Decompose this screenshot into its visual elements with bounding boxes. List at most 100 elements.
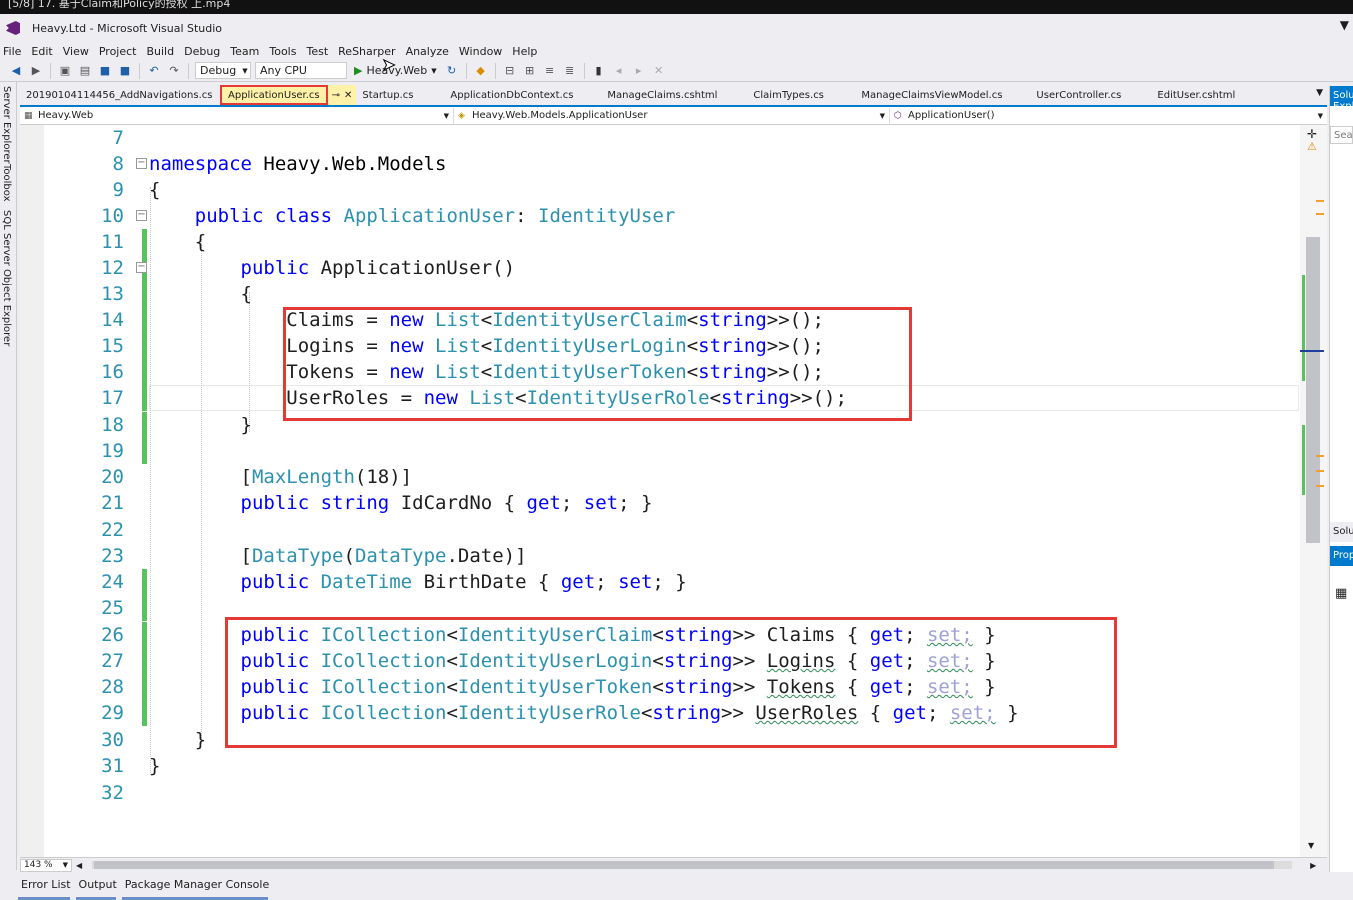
menu-edit[interactable]: Edit xyxy=(27,45,58,58)
step-icon[interactable]: ⊟ xyxy=(502,63,518,79)
collapse-toggle-icon[interactable]: − xyxy=(136,262,147,273)
member-value: ApplicationUser() xyxy=(908,110,995,121)
code-line-21: 21 public string IdCardNo { get; set; } xyxy=(20,490,1300,516)
type-dropdown[interactable]: ◈ Heavy.Web.Models.ApplicationUser ▼ xyxy=(454,107,890,124)
annotation-box-constructor xyxy=(283,307,912,421)
uncomment-icon[interactable]: ≣ xyxy=(562,63,578,79)
code-text: { xyxy=(240,283,252,305)
visual-studio-logo-icon xyxy=(6,21,20,35)
scroll-left-icon[interactable]: ◀ xyxy=(76,861,82,870)
project-dropdown[interactable]: ▦ Heavy.Web ▼ xyxy=(20,107,454,124)
zoom-value: 143 % xyxy=(24,860,53,870)
toolbar-separator xyxy=(50,62,51,79)
undo-icon[interactable]: ↶ xyxy=(146,63,162,79)
menu-debug[interactable]: Debug xyxy=(180,45,226,58)
editor-vertical-scrollbar[interactable]: ✛ ⚠ ▼ xyxy=(1300,125,1327,857)
save-icon[interactable]: ■ xyxy=(97,63,113,79)
collapse-toggle-icon[interactable]: − xyxy=(136,158,147,169)
left-tool-rail: Server Explorer Toolbox SQL Server Objec… xyxy=(0,82,17,870)
line-number: 24 xyxy=(101,571,124,593)
chevron-down-icon: ▼ xyxy=(879,111,885,120)
tab-output[interactable]: Output xyxy=(75,872,122,900)
previous-bookmark-icon[interactable]: ◂ xyxy=(611,63,627,79)
menu-help[interactable]: Help xyxy=(508,45,543,58)
solution-platform-dropdown[interactable]: Any CPU xyxy=(255,62,347,79)
line-number: 7 xyxy=(112,127,124,149)
line-number: 22 xyxy=(101,519,124,541)
sql-server-object-explorer-tab[interactable]: SQL Server Object Explorer xyxy=(1,210,12,346)
tab-manageclaimsviewmodel[interactable]: ManageClaimsViewModel.cs xyxy=(855,85,1030,105)
tab-overflow-icon[interactable]: ▼ xyxy=(1316,88,1323,98)
clear-bookmarks-icon[interactable]: ✕ xyxy=(651,63,667,79)
menu-project[interactable]: Project xyxy=(95,45,143,58)
menu-build[interactable]: Build xyxy=(142,45,180,58)
change-indicator xyxy=(142,412,147,438)
next-bookmark-icon[interactable]: ▸ xyxy=(631,63,647,79)
scrollbar-thumb[interactable] xyxy=(1306,237,1320,543)
tab-usercontroller[interactable]: UserController.cs xyxy=(1030,85,1151,105)
menu-analyze[interactable]: Analyze xyxy=(402,45,455,58)
change-indicator xyxy=(142,307,147,333)
quick-info-icon[interactable]: ⊞ xyxy=(522,63,538,79)
code-line-10: 10 − public class ApplicationUser: Identi… xyxy=(20,203,1300,229)
tab-error-list[interactable]: Error List xyxy=(18,872,76,900)
code-text: public class ApplicationUser: IdentityUs… xyxy=(194,205,676,227)
start-debugging-button[interactable]: ▶ Heavy.Web ▼ xyxy=(351,64,440,77)
properties-grid-icon[interactable]: ▦ xyxy=(1335,586,1347,601)
solution-search-input[interactable]: Search xyxy=(1330,126,1353,144)
code-text: [MaxLength(18)] xyxy=(240,466,413,488)
tab-claimtypes[interactable]: ClaimTypes.cs xyxy=(747,85,855,105)
tab-startup[interactable]: Startup.cs xyxy=(356,85,444,105)
menu-window[interactable]: Window xyxy=(455,45,508,58)
menu-test[interactable]: Test xyxy=(302,45,334,58)
save-all-icon[interactable]: ■ xyxy=(117,63,133,79)
configuration-value: Debug xyxy=(200,64,237,77)
change-indicator xyxy=(142,359,147,385)
change-indicator xyxy=(142,281,147,307)
horizontal-scrollbar[interactable] xyxy=(92,861,1293,869)
close-icon[interactable]: ✕ xyxy=(344,90,352,101)
solution-configuration-dropdown[interactable]: Debug ▼ xyxy=(195,62,251,79)
bookmark-icon[interactable]: ▮ xyxy=(591,63,607,79)
solution-tab[interactable]: Solution xyxy=(1330,522,1353,542)
properties-header[interactable]: Properties xyxy=(1330,546,1353,566)
server-explorer-tab[interactable]: Server Explorer xyxy=(1,86,12,164)
menu-file[interactable]: File xyxy=(0,45,27,58)
code-editor[interactable]: 7 8− namespace Heavy.Web.Models 9{ 10− pu… xyxy=(20,125,1327,857)
collapse-toggle-icon[interactable]: − xyxy=(136,210,147,221)
navigate-forward-icon[interactable]: ▶ xyxy=(28,63,44,79)
scroll-right-icon[interactable]: ▶ xyxy=(1310,861,1316,870)
solution-explorer-header[interactable]: Solution Explorer xyxy=(1330,86,1353,106)
tab-package-manager-console[interactable]: Package Manager Console xyxy=(121,872,274,900)
menu-view[interactable]: View xyxy=(59,45,95,58)
open-file-icon[interactable]: ▤ xyxy=(77,63,93,79)
tab-edituser[interactable]: EditUser.cshtml xyxy=(1151,85,1251,105)
chevron-down-icon: ▼ xyxy=(431,66,437,75)
navigate-back-icon[interactable]: ◀ xyxy=(8,63,24,79)
comment-out-icon[interactable]: ≡ xyxy=(542,63,558,79)
tab-applicationuser[interactable]: ApplicationUser.cs xyxy=(220,85,328,105)
redo-icon[interactable]: ↷ xyxy=(166,63,182,79)
split-window-icon[interactable]: ✛ xyxy=(1307,127,1317,141)
toolbar-separator xyxy=(188,62,189,79)
scroll-down-icon[interactable]: ▼ xyxy=(1308,841,1314,850)
line-number: 29 xyxy=(101,702,124,724)
toolbox-tab[interactable]: Toolbox xyxy=(1,164,12,202)
browser-link-icon[interactable]: ◆ xyxy=(473,63,489,79)
line-number: 12 xyxy=(101,257,124,279)
tab-manageclaims[interactable]: ManageClaims.cshtml xyxy=(601,85,747,105)
zoom-dropdown[interactable]: 143 % ▼ xyxy=(20,858,72,872)
tab-actions: ⊸ ✕ xyxy=(327,85,357,105)
refresh-icon[interactable]: ↻ xyxy=(444,63,460,79)
menu-team[interactable]: Team xyxy=(226,45,265,58)
change-indicator xyxy=(142,333,147,359)
new-project-icon[interactable]: ▣ xyxy=(57,63,73,79)
scrollbar-thumb[interactable] xyxy=(94,861,1275,869)
menu-tools[interactable]: Tools xyxy=(265,45,302,58)
pin-icon[interactable]: ⊸ xyxy=(332,90,340,101)
notification-flag-icon[interactable]: ▼ xyxy=(1340,18,1349,32)
tab-addnavigations[interactable]: 20190104114456_AddNavigations.cs xyxy=(20,85,220,105)
tab-applicationdbcontext[interactable]: ApplicationDbContext.cs xyxy=(444,85,601,105)
change-marker xyxy=(1302,275,1305,381)
member-dropdown[interactable]: ⬡ ApplicationUser() ▼ xyxy=(890,108,1327,124)
